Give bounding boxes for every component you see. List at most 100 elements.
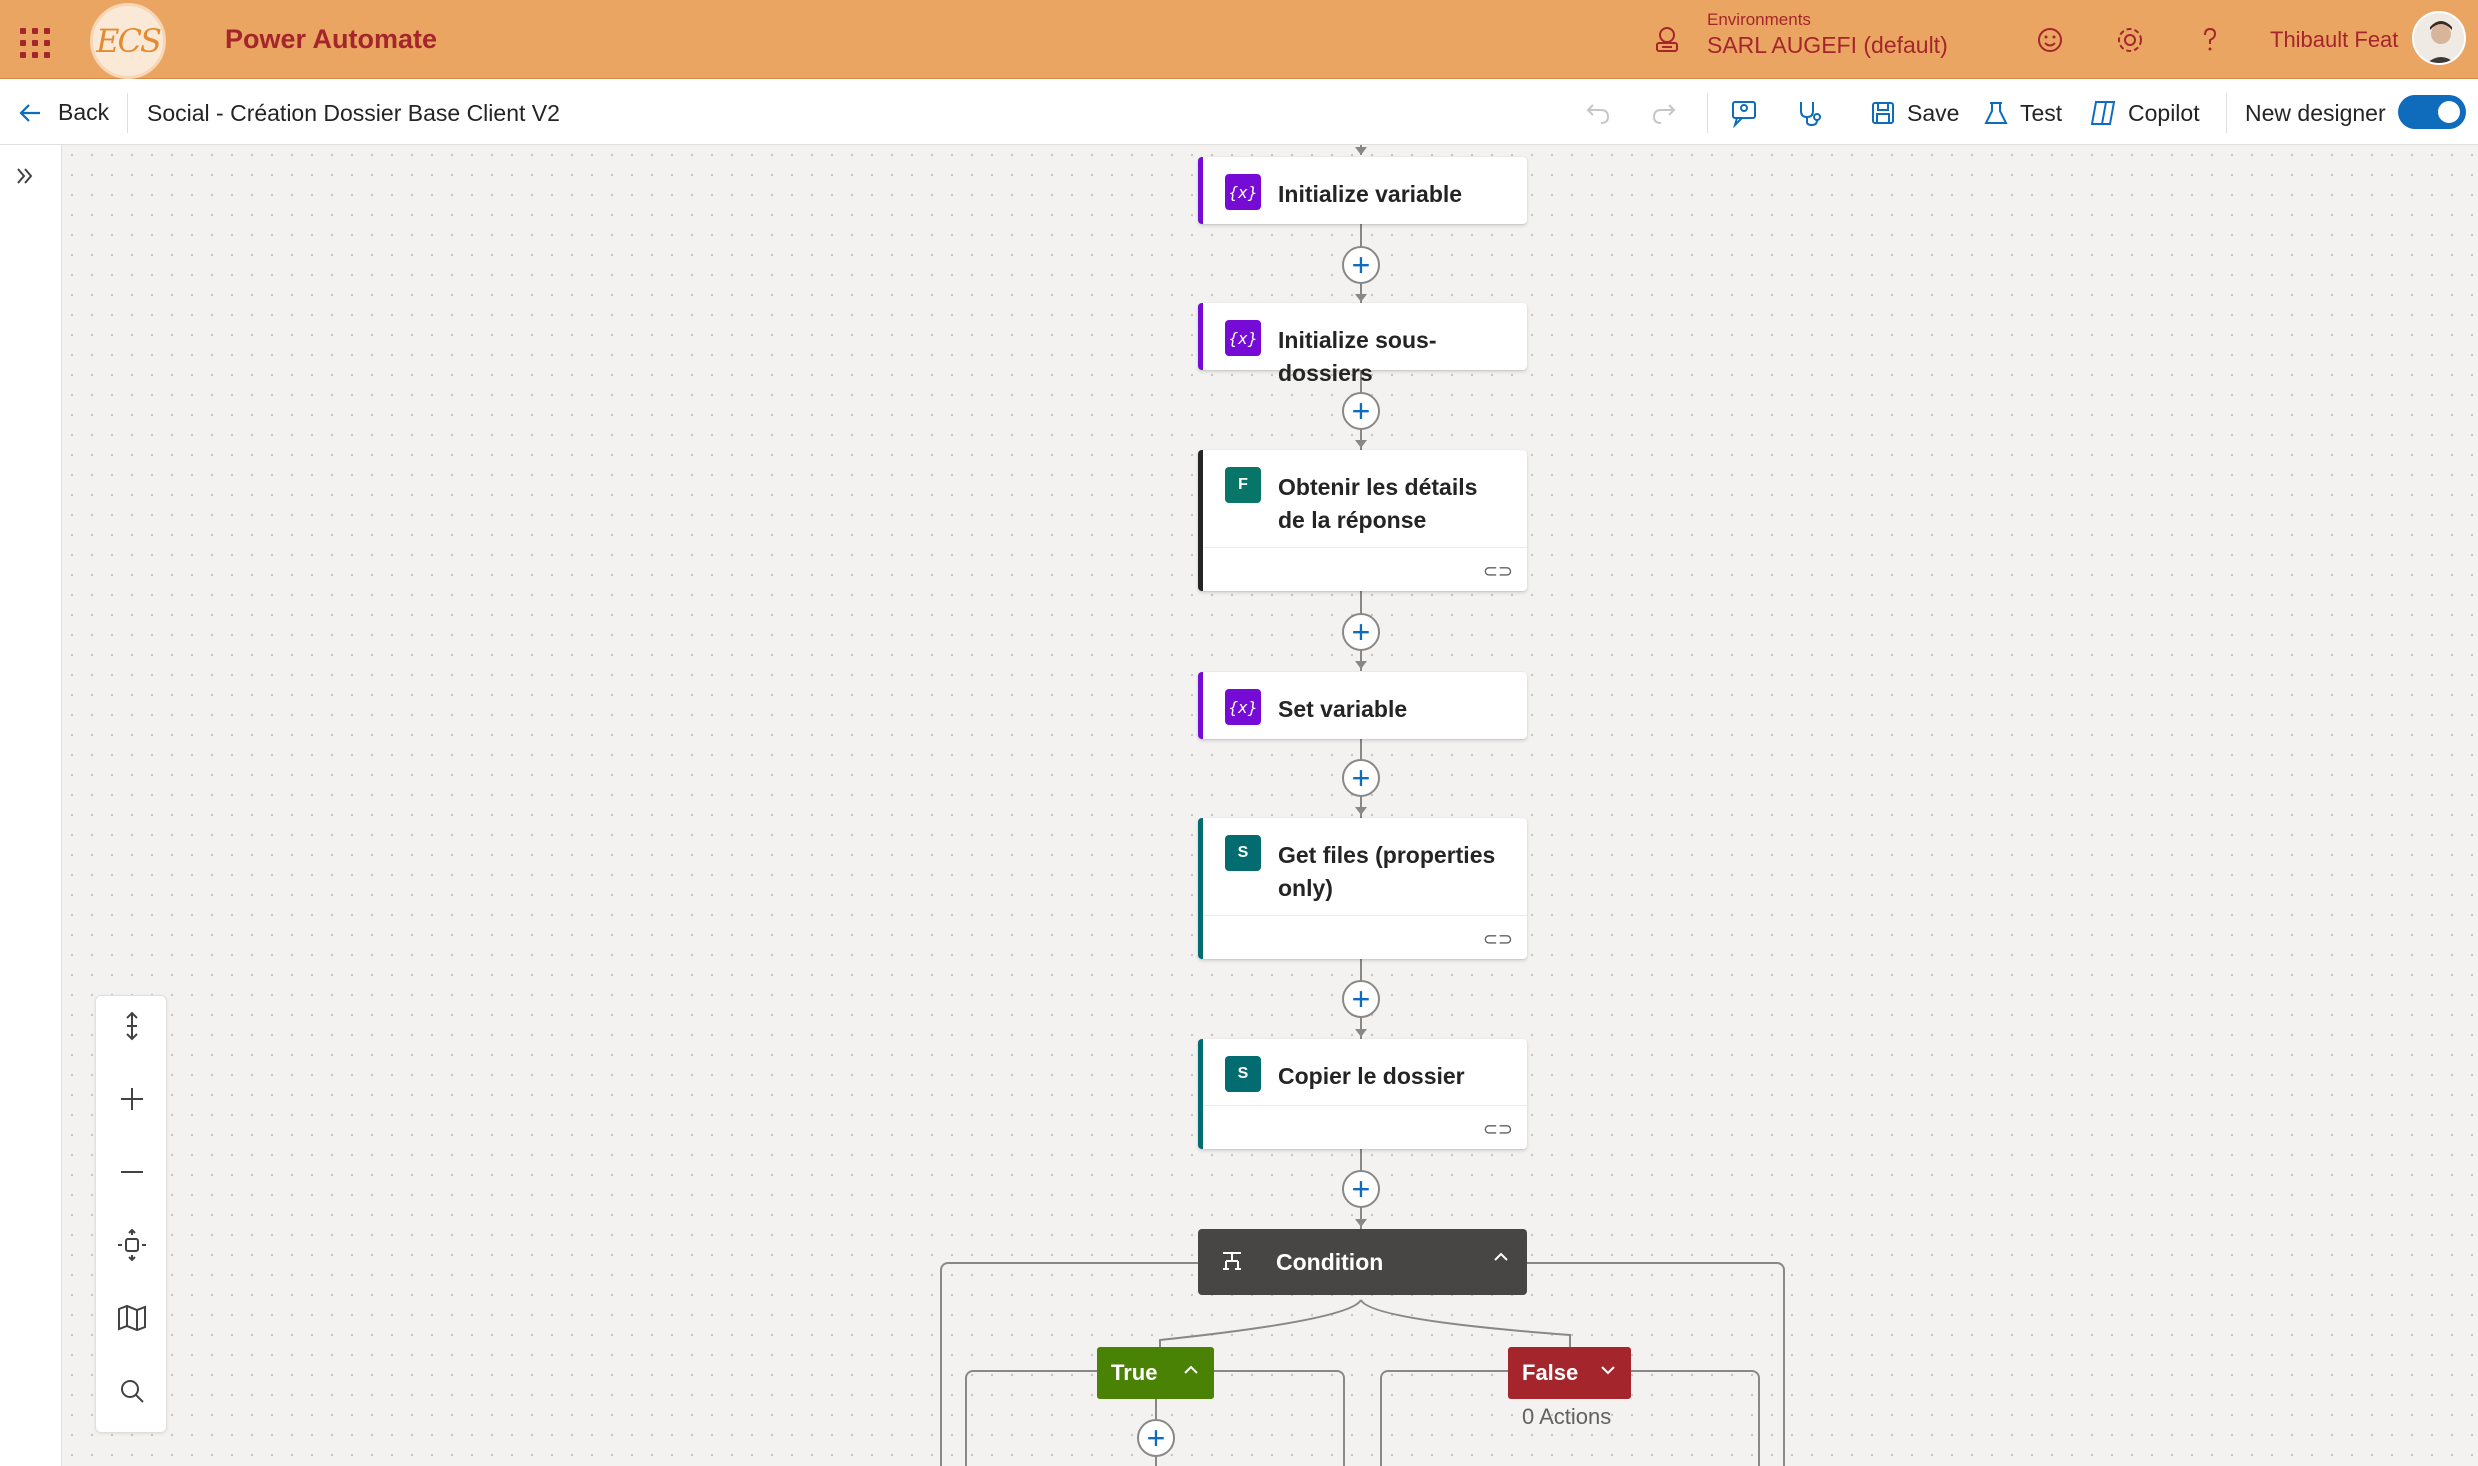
- card-title: Initialize sous-dossiers: [1278, 327, 1437, 386]
- feedback-smiley-icon[interactable]: [2034, 24, 2066, 56]
- connection-link-icon[interactable]: ⊂⊃: [1483, 561, 1513, 582]
- insert-step-button[interactable]: +: [1342, 246, 1380, 284]
- divider: [1707, 93, 1708, 133]
- app-header: ECS Power Automate Environments SARL AUG…: [0, 0, 2478, 79]
- true-branch-button[interactable]: True: [1097, 1347, 1214, 1399]
- condition-card[interactable]: Condition: [1198, 1229, 1527, 1295]
- zoom-controls: [95, 995, 167, 1433]
- forms-icon: F: [1225, 467, 1261, 503]
- card-title: Obtenir les détails de la réponse: [1278, 474, 1478, 533]
- vertical-arrows-icon: [126, 1011, 138, 1041]
- save-button[interactable]: Save: [1869, 93, 1959, 133]
- settings-gear-icon[interactable]: [2114, 24, 2146, 56]
- sharepoint-icon: S: [1225, 835, 1261, 871]
- minimap-button[interactable]: [96, 1288, 168, 1348]
- insert-step-button[interactable]: +: [1342, 392, 1380, 430]
- connector-arrow: [1355, 1219, 1367, 1227]
- card-footer: ⊂⊃: [1203, 1105, 1527, 1149]
- plus-icon: [121, 1088, 143, 1110]
- action-card-initialize-sous-dossiers[interactable]: {x} Initialize sous-dossiers: [1198, 303, 1527, 386]
- comments-button[interactable]: [1729, 93, 1759, 133]
- test-label: Test: [2020, 99, 2063, 126]
- user-avatar[interactable]: [2412, 11, 2466, 65]
- flow-checker-button[interactable]: [1794, 93, 1824, 133]
- card-footer: ⊂⊃: [1203, 547, 1527, 591]
- card-title: Get files (properties only): [1278, 842, 1496, 901]
- back-label: Back: [58, 99, 110, 125]
- search-button[interactable]: [96, 1361, 168, 1421]
- action-card-copier-dossier[interactable]: S Copier le dossier ⊂⊃: [1198, 1039, 1527, 1149]
- insert-step-button[interactable]: +: [1342, 1170, 1380, 1208]
- action-card-initialize-variable[interactable]: {x} Initialize variable: [1198, 157, 1527, 224]
- action-card-get-files[interactable]: S Get files (properties only) ⊂⊃: [1198, 818, 1527, 959]
- save-label: Save: [1907, 99, 1960, 126]
- zoom-out-button[interactable]: [96, 1142, 168, 1202]
- command-bar: Back Social - Création Dossier Base Clie…: [0, 79, 2478, 145]
- new-designer-toggle[interactable]: [2398, 95, 2466, 129]
- variable-icon: {x}: [1225, 689, 1261, 725]
- comment-person-icon: [1732, 101, 1756, 128]
- card-title: Copier le dossier: [1278, 1063, 1465, 1089]
- undo-icon: [1586, 104, 1610, 124]
- copilot-icon: [2090, 101, 2116, 125]
- company-logo: ECS: [90, 3, 166, 79]
- connector-arrow: [1355, 661, 1367, 669]
- chevron-up-icon[interactable]: [1491, 1247, 1511, 1267]
- stethoscope-icon: [1800, 102, 1821, 127]
- left-rail: [0, 145, 62, 1466]
- fit-view-button[interactable]: [96, 1215, 168, 1275]
- copilot-label: Copilot: [2128, 99, 2200, 126]
- connector-arrow: [1355, 294, 1367, 302]
- variable-icon: {x}: [1225, 320, 1261, 356]
- connector-arrow: [1355, 1029, 1367, 1037]
- search-icon: [121, 1380, 144, 1403]
- insert-step-button[interactable]: +: [1342, 613, 1380, 651]
- redo-button[interactable]: [1650, 93, 1678, 133]
- fit-view-icon: [118, 1229, 146, 1261]
- divider: [127, 93, 128, 133]
- chevron-up-icon: [1182, 1361, 1200, 1379]
- false-branch-button[interactable]: False: [1508, 1347, 1631, 1399]
- card-title: Set variable: [1278, 696, 1408, 722]
- zoom-in-button[interactable]: [96, 1069, 168, 1129]
- copilot-button[interactable]: Copilot: [2088, 93, 2200, 133]
- test-button[interactable]: Test: [1982, 93, 2062, 133]
- beaker-icon: [1984, 102, 2008, 124]
- condition-title: Condition: [1276, 1249, 1384, 1275]
- expand-panel-icon[interactable]: [12, 163, 38, 189]
- action-card-set-variable[interactable]: {x} Set variable: [1198, 672, 1527, 739]
- environment-icon[interactable]: [1652, 24, 1682, 54]
- app-launcher-icon[interactable]: [14, 22, 50, 58]
- true-label: True: [1111, 1360, 1158, 1385]
- flow-name[interactable]: Social - Création Dossier Base Client V2: [147, 100, 560, 127]
- save-disk-icon: [1872, 102, 1894, 124]
- help-question-icon[interactable]: [2194, 24, 2226, 56]
- app-title[interactable]: Power Automate: [225, 24, 437, 55]
- action-card-obtenir-details-reponse[interactable]: F Obtenir les détails de la réponse ⊂⊃: [1198, 450, 1527, 591]
- insert-step-button[interactable]: +: [1342, 759, 1380, 797]
- sharepoint-icon: S: [1225, 1056, 1261, 1092]
- environment-label: Environments: [1707, 10, 1811, 29]
- connector-arrow: [1355, 807, 1367, 815]
- chevron-down-icon: [1599, 1361, 1617, 1379]
- connector-arrow: [1355, 440, 1367, 448]
- user-name[interactable]: Thibault Feat: [2270, 27, 2398, 53]
- connector-arrow: [1355, 147, 1367, 155]
- false-actions-count: 0 Actions: [1522, 1404, 1612, 1429]
- environment-selector[interactable]: SARL AUGEFI (default): [1707, 32, 1948, 59]
- card-title: Initialize variable: [1278, 181, 1463, 207]
- variable-icon: {x}: [1225, 174, 1261, 210]
- divider: [2226, 93, 2227, 133]
- connection-link-icon[interactable]: ⊂⊃: [1483, 1119, 1513, 1140]
- insert-step-button[interactable]: +: [1342, 980, 1380, 1018]
- back-arrow-icon: [19, 103, 40, 122]
- insert-step-true-button[interactable]: +: [1137, 1419, 1175, 1457]
- back-button[interactable]: Back: [18, 99, 109, 126]
- undo-button[interactable]: [1584, 93, 1612, 133]
- new-designer-label: New designer: [2245, 99, 2386, 126]
- minus-icon: [121, 1171, 143, 1173]
- connection-link-icon[interactable]: ⊂⊃: [1483, 929, 1513, 950]
- fit-vertical-button[interactable]: [96, 996, 168, 1056]
- false-label: False: [1522, 1360, 1579, 1385]
- condition-icon: [1223, 1252, 1241, 1270]
